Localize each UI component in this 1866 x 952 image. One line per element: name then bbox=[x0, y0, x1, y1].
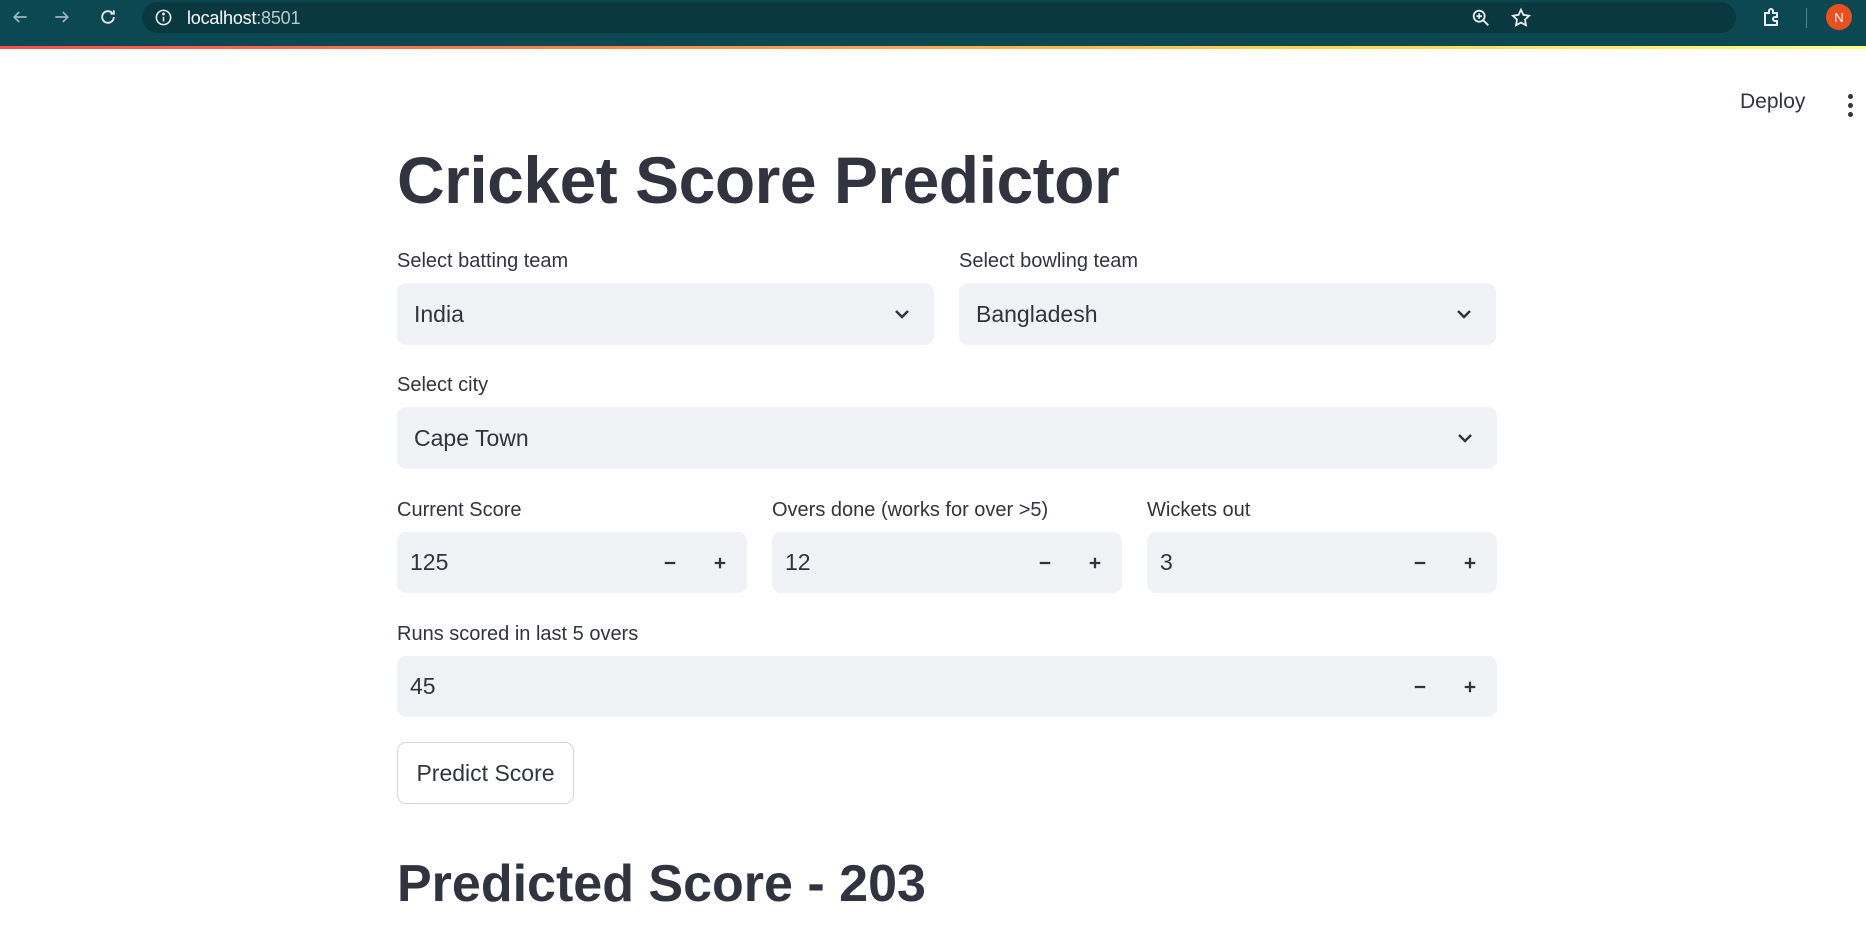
bowling-team-value: Bangladesh bbox=[976, 300, 1098, 327]
wickets-out-input[interactable]: 3 bbox=[1147, 549, 1395, 576]
chevron-down-icon bbox=[1457, 310, 1471, 319]
forward-icon[interactable] bbox=[42, 0, 82, 34]
minus-icon bbox=[1414, 685, 1426, 688]
runs-last-5-decrement-button[interactable] bbox=[1395, 656, 1445, 717]
predict-score-button[interactable]: Predict Score bbox=[397, 742, 574, 804]
plus-icon bbox=[714, 557, 726, 568]
extensions-icon[interactable] bbox=[1760, 6, 1784, 30]
overs-done-label: Overs done (works for over >5) bbox=[772, 499, 1049, 521]
current-score-field: 125 bbox=[397, 532, 747, 593]
plus-icon bbox=[1464, 681, 1476, 692]
url-text: localhost:8501 bbox=[187, 8, 301, 28]
bookmark-star-icon[interactable] bbox=[1510, 7, 1532, 29]
current-score-increment-button[interactable] bbox=[695, 532, 745, 593]
minus-icon bbox=[1414, 561, 1426, 564]
plus-icon bbox=[1089, 557, 1101, 568]
minus-icon bbox=[1039, 561, 1051, 564]
page-title: Cricket Score Predictor bbox=[397, 143, 1120, 217]
current-score-decrement-button[interactable] bbox=[645, 532, 695, 593]
overs-done-increment-button[interactable] bbox=[1070, 532, 1120, 593]
minus-icon bbox=[664, 561, 676, 564]
wickets-out-decrement-button[interactable] bbox=[1395, 532, 1445, 593]
zoom-icon[interactable] bbox=[1470, 7, 1492, 29]
city-label: Select city bbox=[397, 374, 489, 396]
streamlit-decoration-bar bbox=[0, 46, 1866, 49]
plus-icon bbox=[1464, 557, 1476, 568]
profile-avatar[interactable]: N bbox=[1826, 4, 1852, 30]
batting-team-value: India bbox=[414, 300, 464, 327]
back-icon[interactable] bbox=[0, 0, 40, 34]
city-select[interactable]: Cape Town bbox=[397, 407, 1497, 469]
city-value: Cape Town bbox=[414, 424, 529, 451]
runs-last-5-field: 45 bbox=[397, 656, 1497, 717]
runs-last-5-label: Runs scored in last 5 overs bbox=[397, 623, 639, 645]
chevron-down-icon bbox=[1458, 434, 1472, 443]
runs-last-5-increment-button[interactable] bbox=[1445, 656, 1495, 717]
address-bar[interactable]: localhost:8501 bbox=[142, 2, 1736, 33]
wickets-out-increment-button[interactable] bbox=[1445, 532, 1495, 593]
batting-team-select[interactable]: India bbox=[397, 283, 934, 345]
browser-toolbar: localhost:8501 N bbox=[0, 0, 1866, 46]
current-score-label: Current Score bbox=[397, 499, 522, 521]
main-menu-icon[interactable] bbox=[1838, 90, 1862, 120]
current-score-input[interactable]: 125 bbox=[397, 549, 645, 576]
wickets-out-label: Wickets out bbox=[1147, 499, 1251, 521]
predicted-score-heading: Predicted Score - 203 bbox=[397, 855, 926, 913]
chevron-down-icon bbox=[895, 310, 909, 319]
overs-done-decrement-button[interactable] bbox=[1020, 532, 1070, 593]
deploy-button[interactable]: Deploy bbox=[1730, 88, 1815, 120]
main-content: Cricket Score Predictor Select batting t… bbox=[397, 130, 1497, 914]
reload-icon[interactable] bbox=[88, 0, 128, 34]
batting-team-label: Select batting team bbox=[397, 250, 569, 272]
overs-done-field: 12 bbox=[772, 532, 1122, 593]
toolbar-divider bbox=[1806, 8, 1807, 28]
bowling-team-select[interactable]: Bangladesh bbox=[959, 283, 1496, 345]
wickets-out-field: 3 bbox=[1147, 532, 1497, 593]
site-info-icon[interactable] bbox=[154, 8, 173, 27]
overs-done-input[interactable]: 12 bbox=[772, 549, 1020, 576]
bowling-team-label: Select bowling team bbox=[959, 250, 1138, 272]
runs-last-5-input[interactable]: 45 bbox=[397, 673, 1395, 700]
